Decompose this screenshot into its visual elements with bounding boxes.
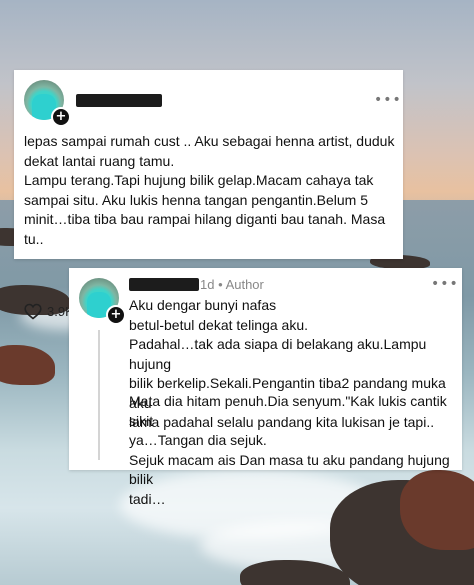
reply-card[interactable]: + 1d • Author ••• Aku dengar bunyi nafas…: [69, 268, 462, 507]
reply-text-second: Mata dia hitam penuh.Dia senyum."Kak luk…: [129, 393, 450, 507]
more-horizontal-icon[interactable]: •••: [374, 92, 402, 108]
thread-line: [98, 330, 100, 460]
follow-plus-icon[interactable]: +: [106, 305, 126, 325]
redacted-username: [129, 278, 199, 291]
heart-icon: [24, 303, 42, 320]
post-text: lepas sampai rumah cust .. Aku sebagai h…: [24, 133, 395, 247]
author-tag: Author: [225, 277, 264, 292]
reply-time: 1d: [200, 277, 215, 292]
post-card[interactable]: + ••• lepas sampai rumah cust .. Aku seb…: [14, 70, 403, 320]
more-horizontal-icon[interactable]: •••: [431, 276, 459, 292]
follow-plus-icon[interactable]: +: [51, 107, 71, 127]
redacted-username: [76, 94, 162, 107]
like-button[interactable]: 3.9K: [24, 303, 74, 320]
reply-meta: 1d • Author: [200, 277, 264, 292]
meta-separator: •: [218, 277, 223, 292]
